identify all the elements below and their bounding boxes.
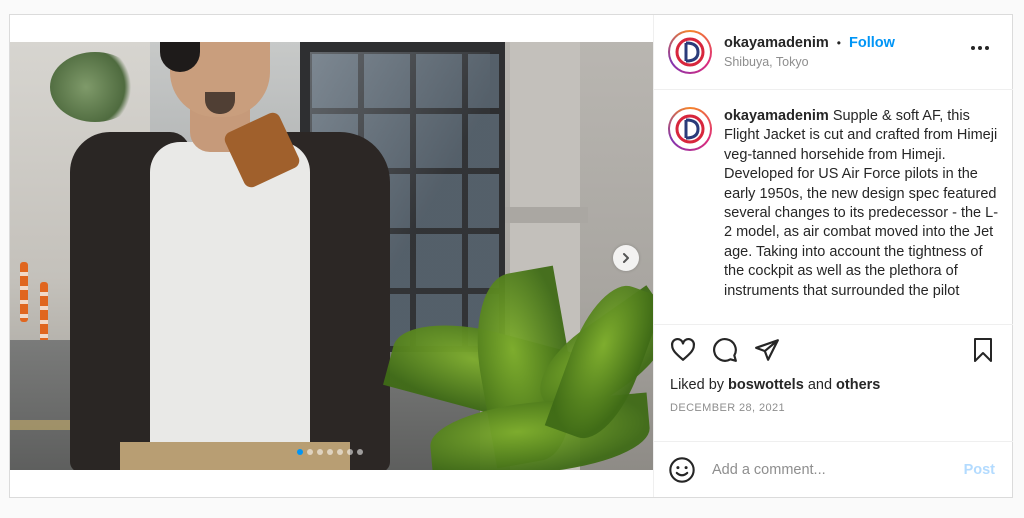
carousel-dot[interactable] (357, 449, 363, 455)
carousel-dot[interactable] (307, 449, 313, 455)
save-button[interactable] (971, 337, 995, 363)
background-tree (50, 52, 140, 122)
traffic-pole (20, 262, 28, 322)
carousel-next-button[interactable] (613, 245, 639, 271)
ellipsis-icon (985, 46, 989, 50)
carousel-dot[interactable] (327, 449, 333, 455)
likes-prefix: Liked by (670, 377, 725, 393)
user-line: okayamadenim • Follow (724, 35, 895, 51)
likes-joiner: and (807, 377, 833, 393)
more-options-button[interactable] (971, 43, 991, 53)
chevron-right-icon (623, 253, 629, 263)
tshirt (150, 142, 310, 470)
share-button[interactable] (754, 337, 780, 363)
comment-button[interactable] (712, 337, 738, 363)
comment-icon (713, 338, 737, 362)
follow-button[interactable]: Follow (849, 35, 895, 51)
post-date[interactable]: DECEMBER 28, 2021 (654, 393, 1013, 414)
location-link[interactable]: Shibuya, Tokyo (724, 55, 895, 69)
pants (120, 442, 350, 470)
paper-plane-icon (755, 339, 779, 361)
carousel-dot[interactable] (297, 449, 303, 455)
caption-username-link[interactable]: okayamadenim (724, 108, 829, 124)
caption-body: Supple & soft AF, this Flight Jacket is … (724, 108, 999, 299)
likes-others-link[interactable]: others (836, 377, 880, 393)
caption-avatar[interactable] (668, 107, 712, 151)
smiley-icon (669, 456, 695, 483)
post-card: okayamadenim • Follow Shibuya, Tokyo oka… (9, 14, 1013, 498)
emoji-button[interactable] (668, 456, 696, 484)
post-header: okayamadenim • Follow Shibuya, Tokyo (654, 15, 1013, 90)
avatar[interactable] (668, 30, 712, 74)
post-side-panel: okayamadenim • Follow Shibuya, Tokyo oka… (653, 15, 1013, 497)
comment-input[interactable] (712, 461, 964, 478)
action-bar (654, 325, 1013, 375)
post-media (10, 15, 653, 497)
separator-dot: • (836, 36, 841, 50)
like-button[interactable] (670, 337, 696, 363)
carousel-dot[interactable] (337, 449, 343, 455)
caption-text: okayamadenim Supple & soft AF, this Flig… (724, 107, 999, 324)
likes-summary: Liked by boswottels and others (654, 375, 1013, 393)
od-logo-icon (670, 32, 710, 72)
post-photo[interactable] (10, 42, 653, 470)
bookmark-icon (974, 338, 992, 362)
ellipsis-icon (978, 46, 982, 50)
user-meta: okayamadenim • Follow Shibuya, Tokyo (724, 35, 895, 69)
heart-icon (671, 337, 695, 361)
ellipsis-icon (971, 46, 975, 50)
pillar-cap (502, 207, 588, 223)
username-link[interactable]: okayamadenim (724, 35, 829, 51)
post-comment-button[interactable]: Post (964, 462, 995, 478)
comment-bar: Post (654, 441, 1013, 497)
carousel-dots (297, 449, 363, 455)
caption-area: okayamadenim Supple & soft AF, this Flig… (654, 90, 1013, 325)
traffic-pole (40, 282, 48, 342)
liked-by-user-link[interactable]: boswottels (728, 377, 804, 393)
carousel-dot[interactable] (347, 449, 353, 455)
carousel-dot[interactable] (317, 449, 323, 455)
od-logo-icon (670, 109, 710, 149)
